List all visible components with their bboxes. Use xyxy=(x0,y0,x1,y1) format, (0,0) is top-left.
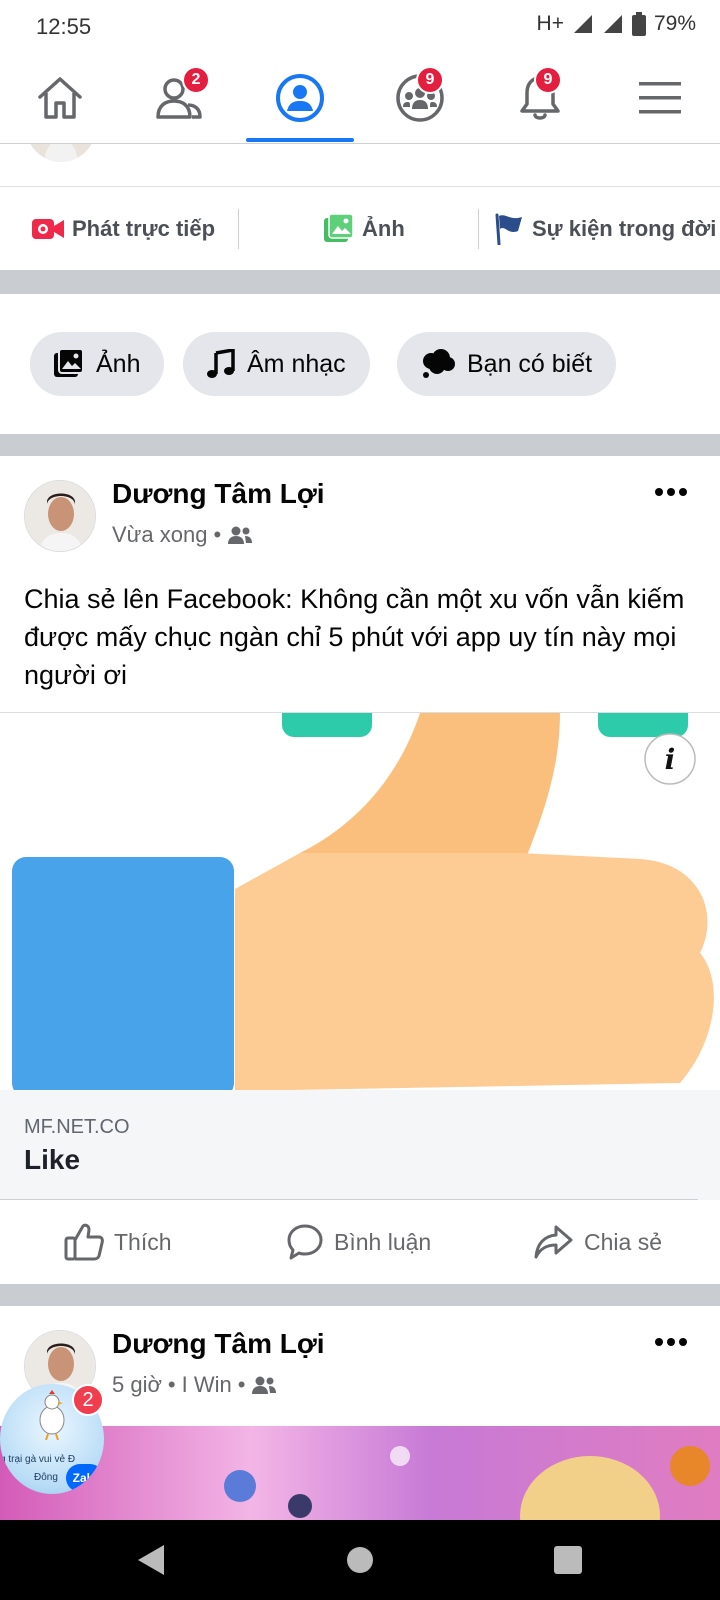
zalo-preview-text-2: Đông xyxy=(34,1472,58,1483)
post-author-name[interactable]: Dương Tâm Lợi xyxy=(112,478,325,510)
thought-bubble-icon xyxy=(423,349,455,378)
status-icons: H+ 79% xyxy=(537,12,696,36)
profile-icon xyxy=(276,74,324,122)
zalo-badge: 2 xyxy=(72,1384,104,1416)
live-video-label: Phát trực tiếp xyxy=(72,215,216,241)
notifications-badge: 9 xyxy=(534,66,562,94)
status-bar: 12:55 H+ 79% xyxy=(0,0,720,52)
zalo-logo: Zalo xyxy=(66,1464,104,1492)
zalo-preview-text: g trại gà vui vẻ Đ xyxy=(0,1454,76,1465)
nav-friends[interactable]: 2 xyxy=(120,52,240,144)
avatar xyxy=(25,481,95,551)
status-time: 12:55 xyxy=(36,14,92,39)
divider xyxy=(238,209,239,249)
signal-icon-2 xyxy=(603,15,622,33)
section-divider xyxy=(0,270,720,294)
life-event-button[interactable]: Sự kiện trong đời xyxy=(494,213,716,245)
battery-level: 79% xyxy=(653,12,696,35)
create-actions-row: Phát trực tiếp Ảnh Sự kiện trong đời xyxy=(0,186,720,270)
battery-icon xyxy=(631,12,646,36)
photo-icon xyxy=(324,213,354,242)
chip-did-you-know-label: Bạn có biết xyxy=(467,349,593,378)
nav-menu[interactable] xyxy=(600,52,720,144)
friends-audience-icon xyxy=(228,526,253,544)
music-note-icon xyxy=(207,349,235,378)
photo-button[interactable]: Ảnh xyxy=(324,213,405,244)
link-preview-image[interactable]: i xyxy=(0,712,720,1090)
info-icon[interactable]: i xyxy=(665,743,676,776)
friends-badge: 2 xyxy=(182,66,210,94)
chip-did-you-know[interactable]: Bạn có biết xyxy=(397,332,617,396)
home-icon xyxy=(38,77,82,119)
network-type: H+ xyxy=(536,12,564,35)
avatar xyxy=(30,144,92,162)
post-meta: Vừa xong • xyxy=(112,522,253,548)
meta-separator: • xyxy=(213,522,222,547)
back-icon[interactable] xyxy=(136,1543,166,1577)
chip-music[interactable]: Âm nhạc xyxy=(183,332,370,396)
post-author-name[interactable]: Dương Tâm Lợi xyxy=(112,1328,325,1360)
photo-icon xyxy=(54,349,84,377)
link-domain: MF.NET.CO xyxy=(24,1116,130,1138)
comment-label: Bình luận xyxy=(334,1228,432,1255)
like-icon xyxy=(64,1223,104,1261)
like-button[interactable]: Thích xyxy=(64,1200,172,1284)
live-video-icon xyxy=(32,218,64,239)
recent-apps-icon[interactable] xyxy=(553,1545,583,1575)
more-options-icon[interactable] xyxy=(654,1336,688,1348)
meta-separator: • xyxy=(167,1372,176,1397)
chip-photo-label: Ảnh xyxy=(96,349,141,378)
share-icon xyxy=(534,1225,573,1259)
comment-icon xyxy=(287,1224,323,1260)
live-video-button[interactable]: Phát trực tiếp xyxy=(32,216,215,242)
post-app[interactable]: I Win xyxy=(182,1372,232,1398)
groups-badge: 9 xyxy=(416,66,444,94)
nav-notifications[interactable]: 9 xyxy=(480,52,600,144)
system-navigation-bar xyxy=(0,1520,720,1600)
nav-home[interactable] xyxy=(0,52,120,144)
link-title: Like xyxy=(24,1144,81,1175)
post-meta: 5 giờ • I Win • xyxy=(112,1372,277,1398)
thumbs-up-illustration: i xyxy=(12,713,714,1090)
post-actions-bar: Thích Bình luận Chia sẻ xyxy=(0,1200,720,1284)
chip-photo[interactable]: Ảnh xyxy=(30,332,165,396)
post-time[interactable]: Vừa xong xyxy=(112,522,207,548)
menu-icon xyxy=(639,82,681,114)
section-divider xyxy=(0,1284,720,1306)
game-artwork-image xyxy=(0,1426,720,1522)
profile-avatar-peek[interactable] xyxy=(26,144,96,164)
share-label: Chia sẻ xyxy=(584,1228,662,1255)
link-preview-box[interactable]: MF.NET.CO Like xyxy=(0,1090,720,1200)
home-circle-icon[interactable] xyxy=(346,1546,374,1574)
more-options-icon[interactable] xyxy=(654,486,688,498)
life-event-label: Sự kiện trong đời xyxy=(532,215,717,241)
post-author-avatar[interactable] xyxy=(24,480,96,552)
share-button[interactable]: Chia sẻ xyxy=(534,1200,662,1284)
friends-audience-icon xyxy=(252,1376,277,1394)
nav-groups[interactable]: 9 xyxy=(360,52,480,144)
flag-icon xyxy=(495,213,522,245)
meta-separator: • xyxy=(237,1372,246,1397)
comment-button[interactable]: Bình luận xyxy=(286,1200,431,1284)
signal-icon xyxy=(573,15,592,33)
nav-profile[interactable] xyxy=(240,52,360,144)
post-image[interactable] xyxy=(0,1426,720,1522)
top-navigation: 2 9 9 xyxy=(0,52,720,144)
chicken-icon xyxy=(39,1390,65,1440)
post-text: Chia sẻ lên Facebook: Không cần một xu v… xyxy=(24,584,685,690)
divider xyxy=(478,209,479,249)
post-time[interactable]: 5 giờ xyxy=(112,1372,162,1398)
section-divider xyxy=(0,434,720,456)
like-label: Thích xyxy=(114,1228,172,1255)
photo-label: Ảnh xyxy=(362,215,405,241)
chip-music-label: Âm nhạc xyxy=(247,349,346,378)
